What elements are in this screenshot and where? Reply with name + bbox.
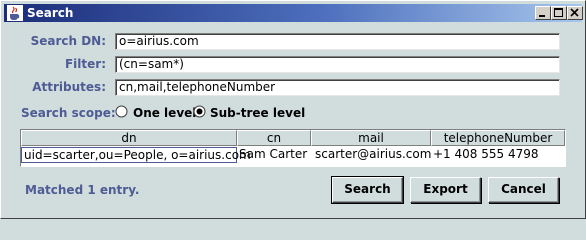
attributes-field[interactable]: cn,mail,telephoneNumber: [115, 79, 560, 96]
cell-telephone[interactable]: +1 408 555 4798: [431, 147, 565, 163]
title-bar[interactable]: Search: [4, 4, 583, 22]
maximize-button[interactable]: [551, 6, 567, 20]
results-table[interactable]: dn cn mail telephoneNumber uid=scarter,o…: [20, 129, 566, 167]
search-scope-label: Search scope:: [21, 106, 116, 120]
column-header-cn[interactable]: cn: [237, 130, 311, 146]
window-title: Search: [27, 6, 74, 20]
status-text: Matched 1 entry.: [25, 183, 140, 197]
minimize-icon: [539, 15, 545, 17]
subtree-level-label: Sub-tree level: [210, 106, 306, 120]
search-dn-field[interactable]: o=airius.com: [115, 33, 560, 50]
export-button[interactable]: Export: [410, 177, 481, 203]
cell-cn[interactable]: Sam Carter: [237, 147, 311, 163]
column-header-telephone[interactable]: telephoneNumber: [431, 130, 565, 146]
search-dn-label: Search DN:: [30, 34, 106, 48]
search-button[interactable]: Search: [331, 176, 404, 204]
search-dialog: Search Search DN: Filter: Attributes: o=…: [0, 0, 586, 219]
table-header: dn cn mail telephoneNumber: [21, 130, 565, 146]
radio-selected-icon: [193, 105, 206, 118]
filter-field[interactable]: (cn=sam*): [115, 56, 560, 73]
filter-label: Filter:: [64, 57, 106, 71]
radio-unselected-icon: [115, 105, 128, 118]
table-row[interactable]: uid=scarter,ou=People, o=airius.com Sam …: [21, 147, 565, 163]
column-header-mail[interactable]: mail: [311, 130, 431, 146]
cell-mail[interactable]: scarter@airius.com: [311, 147, 431, 163]
close-icon: [570, 8, 579, 17]
maximize-icon: [554, 8, 563, 17]
column-header-dn[interactable]: dn: [21, 130, 237, 146]
cancel-button[interactable]: Cancel: [488, 177, 559, 203]
close-button[interactable]: [567, 6, 583, 20]
java-cup-icon: [7, 5, 23, 21]
one-level-label: One level: [133, 106, 197, 120]
attributes-label: Attributes:: [32, 80, 106, 94]
cell-dn[interactable]: uid=scarter,ou=People, o=airius.com: [21, 147, 251, 163]
minimize-button[interactable]: [535, 6, 551, 20]
